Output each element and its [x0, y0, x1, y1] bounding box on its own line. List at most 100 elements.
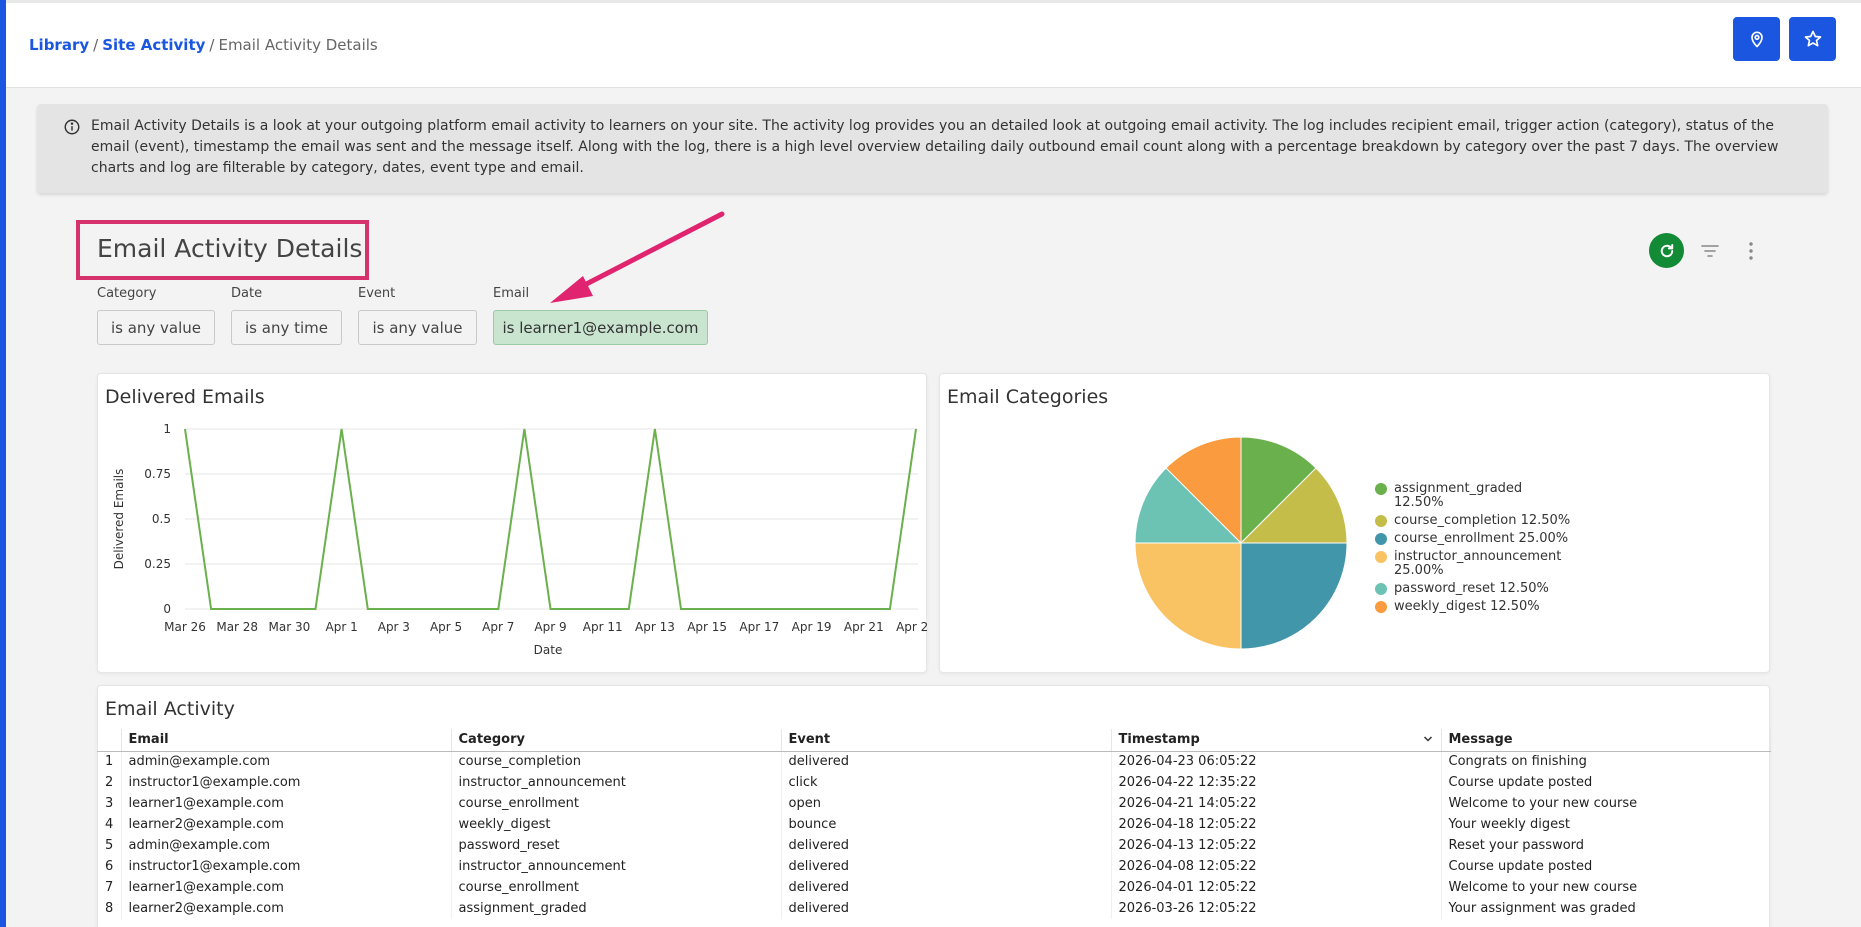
message-cell: Course update posted	[1441, 856, 1771, 877]
category-cell: weekly_digest	[451, 814, 782, 835]
column-header-category[interactable]: Category	[451, 729, 782, 752]
x-tick-label: Apr 21	[844, 620, 884, 634]
message-cell: Congrats on finishing	[1441, 751, 1771, 772]
message-cell: Your assignment was graded	[1441, 898, 1771, 919]
email-cell: learner2@example.com	[121, 814, 452, 835]
map-pin-icon	[1750, 31, 1763, 48]
column-header-event[interactable]: Event	[781, 729, 1112, 752]
location-button[interactable]	[1733, 17, 1780, 61]
event-cell: delivered	[781, 751, 1112, 772]
legend-item[interactable]: password_reset 12.50%	[1375, 582, 1574, 596]
x-tick-label: Apr 1	[326, 620, 358, 634]
email-cell: learner2@example.com	[121, 898, 452, 919]
x-tick-label: Apr 13	[635, 620, 675, 634]
table-row[interactable]: 8 learner2@example.com assignment_graded de…	[97, 898, 1771, 919]
legend-item[interactable]: weekly_digest 12.50%	[1375, 600, 1574, 614]
event-cell: delivered	[781, 877, 1112, 898]
row-index: 1	[97, 751, 122, 772]
x-tick-label: Mar 26	[164, 620, 206, 634]
refresh-icon	[1660, 243, 1673, 257]
table-row[interactable]: 7 learner1@example.com course_enrollment de…	[97, 877, 1771, 898]
row-index: 2	[97, 772, 122, 793]
activity-table: Email Category Event Timestamp Message 1…	[97, 729, 1771, 919]
filter-email[interactable]: is learner1@example.com	[493, 310, 708, 345]
filter-category[interactable]: is any value	[97, 310, 215, 345]
event-cell: delivered	[781, 835, 1112, 856]
legend-item[interactable]: instructor_announcement 25.00%	[1375, 550, 1574, 578]
row-index: 8	[97, 898, 122, 919]
x-axis-label: Date	[534, 643, 563, 657]
legend-item[interactable]: course_completion 12.50%	[1375, 514, 1574, 528]
event-cell: click	[781, 772, 1112, 793]
table-row[interactable]: 4 learner2@example.com weekly_digest bounce…	[97, 814, 1771, 835]
y-tick-label: 0.75	[144, 467, 171, 481]
legend-label: weekly_digest 12.50%	[1394, 599, 1540, 614]
filter-label-category: Category	[97, 286, 157, 301]
table-row[interactable]: 5 admin@example.com password_reset delivere…	[97, 835, 1771, 856]
refresh-button[interactable]	[1649, 233, 1684, 268]
legend-label: course_enrollment 25.00%	[1394, 531, 1569, 546]
annotation-arrow-icon	[550, 211, 725, 303]
timestamp-cell: 2026-03-26 12:05:22	[1111, 898, 1442, 919]
event-cell: open	[781, 793, 1112, 814]
message-cell: Your weekly digest	[1441, 814, 1771, 835]
x-tick-label: Apr 5	[430, 620, 462, 634]
pie-slice[interactable]	[1134, 542, 1242, 650]
info-text: Email Activity Details is a look at your…	[91, 118, 1779, 176]
table-row[interactable]: 3 learner1@example.com course_enrollment op…	[97, 793, 1771, 814]
legend-swatch	[1375, 533, 1387, 545]
x-tick-label: Apr 15	[687, 620, 727, 634]
table-header-row: Email Category Event Timestamp Message	[97, 729, 1771, 752]
email-cell: admin@example.com	[121, 751, 452, 772]
category-cell: course_completion	[451, 751, 782, 772]
pie-slice[interactable]	[1240, 542, 1348, 650]
legend-swatch	[1375, 515, 1387, 527]
x-tick-label: Mar 30	[269, 620, 311, 634]
column-header-email[interactable]: Email	[121, 729, 452, 752]
table-row[interactable]: 1 admin@example.com course_completion deliv…	[97, 751, 1771, 772]
filter-label-date: Date	[231, 286, 263, 301]
email-categories-card: Email Categories	[939, 373, 1770, 673]
legend-item[interactable]: assignment_graded 12.50%	[1375, 482, 1574, 510]
breadcrumb-library-link[interactable]: Library	[29, 36, 89, 54]
more-vertical-icon[interactable]	[1745, 240, 1757, 262]
category-cell: instructor_announcement	[451, 772, 782, 793]
x-tick-label: Apr 3	[378, 620, 410, 634]
timestamp-cell: 2026-04-21 14:05:22	[1111, 793, 1442, 814]
chevron-down-icon[interactable]	[1423, 735, 1433, 743]
legend-swatch	[1375, 583, 1387, 595]
filter-icon[interactable]	[1700, 242, 1720, 260]
filter-event[interactable]: is any value	[358, 310, 477, 345]
event-cell: delivered	[781, 856, 1112, 877]
filter-date[interactable]: is any time	[231, 310, 342, 345]
email-cell: instructor1@example.com	[121, 856, 452, 877]
breadcrumb-site-activity-link[interactable]: Site Activity	[102, 36, 205, 54]
activity-title: Email Activity	[105, 698, 235, 720]
x-tick-label: Apr 11	[583, 620, 623, 634]
row-index: 5	[97, 835, 122, 856]
timestamp-cell: 2026-04-13 12:05:22	[1111, 835, 1442, 856]
category-cell: assignment_graded	[451, 898, 782, 919]
favorite-button[interactable]	[1789, 17, 1836, 61]
info-banner: Email Activity Details is a look at your…	[37, 104, 1828, 193]
legend-swatch	[1375, 483, 1387, 495]
legend-label: instructor_announcement 25.00%	[1394, 549, 1562, 578]
filter-label-email: Email	[493, 286, 530, 301]
timestamp-cell: 2026-04-22 12:35:22	[1111, 772, 1442, 793]
row-index: 4	[97, 814, 122, 835]
column-header-message[interactable]: Message	[1441, 729, 1771, 752]
email-cell: admin@example.com	[121, 835, 452, 856]
email-cell: learner1@example.com	[121, 793, 452, 814]
category-cell: course_enrollment	[451, 793, 782, 814]
message-cell: Reset your password	[1441, 835, 1771, 856]
table-row[interactable]: 2 instructor1@example.com instructor_annou…	[97, 772, 1771, 793]
y-axis-label: Delivered Emails	[112, 469, 126, 570]
column-header-timestamp[interactable]: Timestamp	[1111, 729, 1442, 752]
timestamp-cell: 2026-04-08 12:05:22	[1111, 856, 1442, 877]
x-tick-label: Apr 17	[739, 620, 779, 634]
legend-item[interactable]: course_enrollment 25.00%	[1375, 532, 1574, 546]
table-row[interactable]: 6 instructor1@example.com instructor_annou…	[97, 856, 1771, 877]
breadcrumb-separator: /	[93, 36, 99, 54]
message-cell: Course update posted	[1441, 772, 1771, 793]
timestamp-cell: 2026-04-18 12:05:22	[1111, 814, 1442, 835]
